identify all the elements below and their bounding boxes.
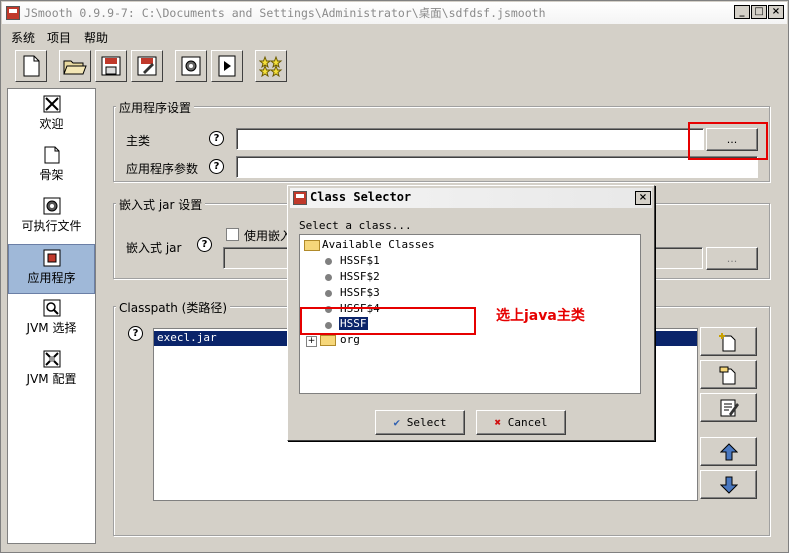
folder-open-icon bbox=[304, 240, 320, 251]
open-button[interactable] bbox=[59, 50, 91, 82]
move-down-button[interactable] bbox=[700, 470, 757, 499]
classpath-title: Classpath (类路径) bbox=[116, 299, 231, 316]
annotation-text: 选上java主类 bbox=[496, 308, 585, 324]
cancel-x-icon: ✖ bbox=[494, 416, 502, 429]
expand-icon[interactable]: + bbox=[306, 336, 317, 347]
dialog-app-icon bbox=[293, 191, 307, 205]
add-file-icon bbox=[718, 333, 735, 352]
cancel-button[interactable]: ✖ Cancel bbox=[476, 410, 566, 435]
highlight-class-box bbox=[300, 307, 476, 335]
executable-gear-icon bbox=[43, 197, 60, 215]
check-icon: ✔ bbox=[393, 416, 401, 429]
about-button[interactable] bbox=[255, 50, 287, 82]
main-class-field[interactable] bbox=[236, 128, 704, 150]
window-title: JSmooth 0.9.9-7: C:\Documents and Settin… bbox=[24, 6, 546, 20]
sidebar-item-label: JVM 配置 bbox=[26, 372, 77, 386]
edit-icon bbox=[720, 399, 739, 417]
sidebar-item-executable[interactable]: 可执行文件 bbox=[8, 193, 95, 243]
add-folder-button[interactable] bbox=[700, 360, 757, 389]
sidebar-item-label: 欢迎 bbox=[39, 117, 64, 131]
edit-entry-button[interactable] bbox=[700, 393, 757, 422]
help-icon[interactable]: ? bbox=[197, 237, 212, 252]
sidebar-item-label: 应用程序 bbox=[27, 271, 76, 285]
class-icon bbox=[325, 290, 332, 297]
class-icon bbox=[325, 258, 332, 265]
compile-button[interactable] bbox=[175, 50, 207, 82]
sidebar-item-skeleton[interactable]: 骨架 bbox=[8, 142, 95, 192]
save-icon bbox=[101, 56, 121, 76]
close-button[interactable]: × bbox=[768, 5, 784, 19]
new-file-icon bbox=[23, 55, 40, 77]
app-args-label: 应用程序参数 bbox=[126, 162, 199, 176]
tree-class-item[interactable]: HSSF$1 bbox=[340, 254, 380, 267]
jvm-config-icon bbox=[43, 350, 60, 368]
help-icon[interactable]: ? bbox=[209, 159, 224, 174]
menu-system[interactable]: 系统 bbox=[11, 29, 35, 46]
tree-class-item[interactable]: HSSF$3 bbox=[340, 286, 380, 299]
class-icon bbox=[325, 274, 332, 281]
add-jar-button[interactable] bbox=[700, 327, 757, 356]
sidebar-item-label: JVM 选择 bbox=[26, 321, 77, 335]
skeleton-icon bbox=[44, 146, 59, 164]
menu-bar: 系统 项目 帮助 bbox=[2, 26, 787, 46]
main-class-label: 主类 bbox=[126, 134, 151, 148]
menu-help[interactable]: 帮助 bbox=[84, 29, 108, 46]
embedded-jar-browse-button[interactable]: ... bbox=[706, 247, 758, 270]
dialog-prompt: Select a class... bbox=[299, 219, 412, 232]
maximize-button[interactable]: □ bbox=[751, 5, 767, 19]
application-icon bbox=[43, 249, 60, 267]
use-embedded-label: 使用嵌入 bbox=[244, 229, 293, 243]
add-folder-icon bbox=[719, 366, 735, 385]
new-file-button[interactable] bbox=[15, 50, 47, 82]
app-icon bbox=[6, 6, 20, 20]
help-icon[interactable]: ? bbox=[209, 131, 224, 146]
highlight-browse-box bbox=[688, 122, 768, 160]
select-button[interactable]: ✔ Select bbox=[375, 410, 465, 435]
move-up-button[interactable] bbox=[700, 437, 757, 466]
embedded-jar-title: 嵌入式 jar 设置 bbox=[116, 196, 206, 213]
embedded-jar-label: 嵌入式 jar bbox=[126, 241, 182, 255]
app-settings-title: 应用程序设置 bbox=[116, 99, 195, 116]
help-icon[interactable]: ? bbox=[128, 326, 143, 341]
tree-class-item[interactable]: HSSF$2 bbox=[340, 270, 380, 283]
app-args-field[interactable] bbox=[236, 156, 758, 178]
dialog-title: Class Selector bbox=[310, 190, 412, 204]
arrow-up-icon bbox=[719, 443, 738, 461]
arrow-down-icon bbox=[719, 476, 738, 494]
save-button[interactable] bbox=[95, 50, 127, 82]
welcome-icon bbox=[43, 95, 60, 113]
run-icon bbox=[218, 55, 236, 77]
sidebar-item-label: 可执行文件 bbox=[21, 219, 82, 233]
tree-root[interactable]: Available Classes bbox=[322, 238, 435, 251]
open-folder-icon bbox=[63, 60, 87, 75]
magnifier-icon bbox=[43, 299, 60, 317]
title-bar: JSmooth 0.9.9-7: C:\Documents and Settin… bbox=[2, 2, 787, 24]
minimize-button[interactable]: _ bbox=[734, 5, 750, 19]
folder-icon bbox=[320, 335, 336, 346]
dialog-close-button[interactable]: × bbox=[635, 191, 651, 205]
dialog-title-bar: Class Selector × bbox=[290, 188, 652, 208]
sidebar-item-jvm-config[interactable]: JVM 配置 bbox=[8, 346, 95, 396]
stars-icon bbox=[259, 55, 283, 77]
sidebar-item-welcome[interactable]: 欢迎 bbox=[8, 91, 95, 141]
save-as-button[interactable] bbox=[131, 50, 163, 82]
cancel-label: Cancel bbox=[507, 416, 548, 429]
sidebar-item-label: 骨架 bbox=[39, 168, 64, 182]
menu-project[interactable]: 项目 bbox=[47, 29, 71, 46]
save-as-icon bbox=[137, 56, 157, 76]
use-embedded-checkbox[interactable] bbox=[226, 228, 239, 241]
sidebar: 欢迎 骨架 可执行文件 应用程序 JVM 选择 JVM 配置 bbox=[7, 88, 96, 544]
compile-gear-icon bbox=[181, 56, 201, 76]
run-button[interactable] bbox=[211, 50, 243, 82]
sidebar-item-jvm-select[interactable]: JVM 选择 bbox=[8, 295, 95, 345]
sidebar-item-application[interactable]: 应用程序 bbox=[8, 244, 95, 294]
select-label: Select bbox=[406, 416, 447, 429]
